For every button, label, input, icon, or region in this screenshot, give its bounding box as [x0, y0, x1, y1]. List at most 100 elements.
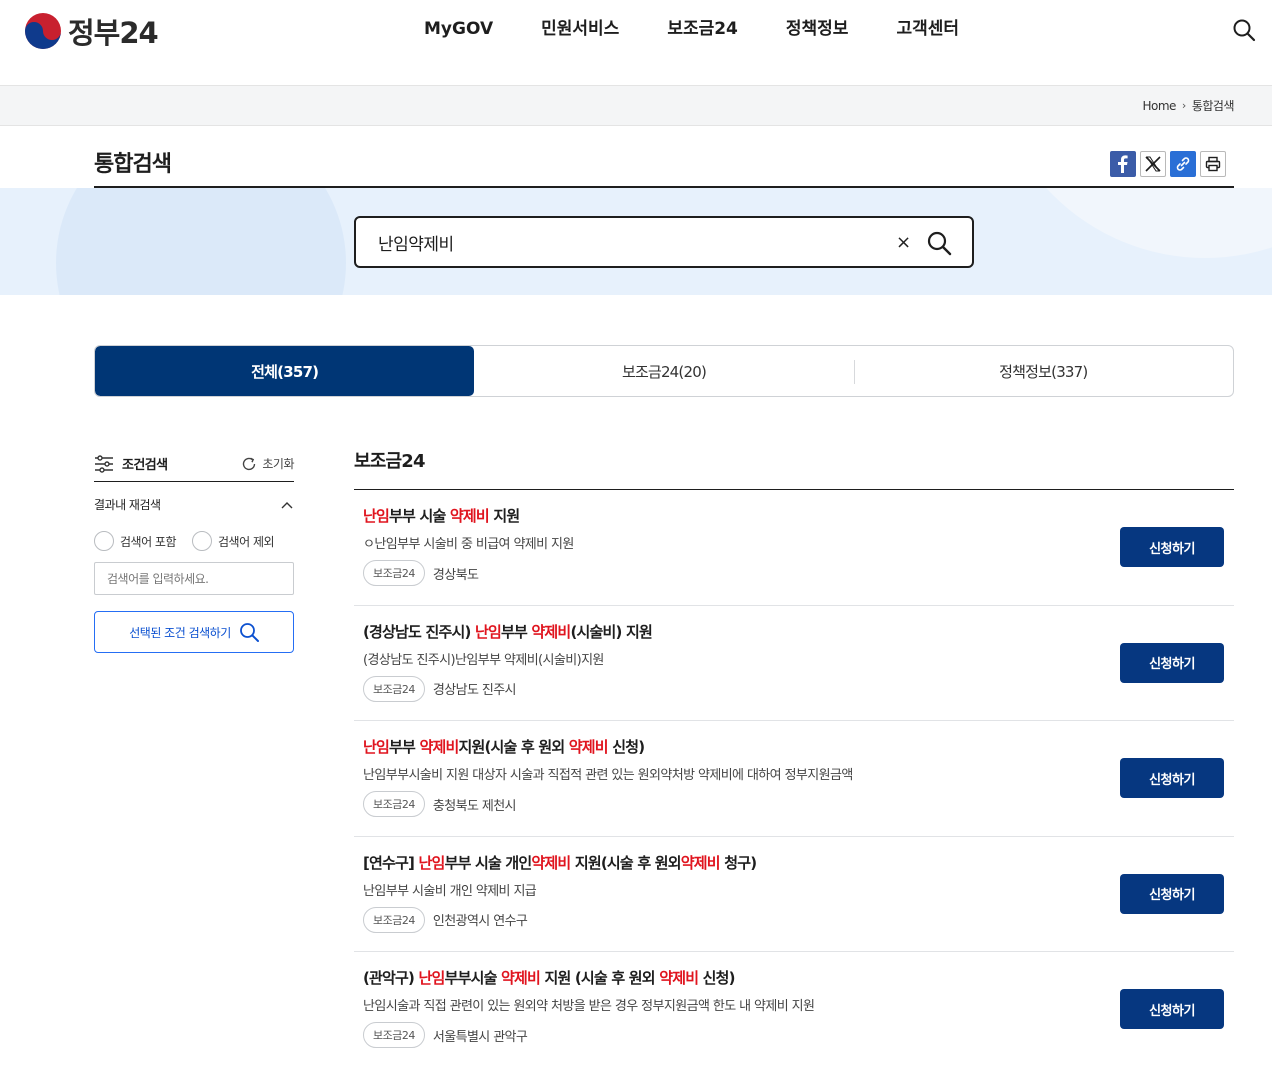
radio-include-label: 검색어 포함: [120, 534, 177, 549]
result-description: 난임부부 시술비 개인 약제비 지급: [363, 883, 537, 899]
filter-title: 조건검색: [94, 454, 168, 473]
search-input[interactable]: [378, 230, 878, 254]
result-item: 난임부부 약제비지원(시술 후 원외 약제비 신청) 난임부부시술비 지원 대상…: [354, 721, 1234, 837]
title-text: 부부: [389, 738, 420, 756]
title-text: 부부 시술: [389, 507, 450, 525]
nav-item-customer-center[interactable]: 고객센터: [872, 17, 983, 41]
search-icon[interactable]: [1232, 18, 1256, 42]
condition-search-button[interactable]: 선택된 조건 검색하기: [94, 611, 294, 653]
title-text: (경상남도 진주시): [363, 622, 475, 641]
breadcrumb-current: 통합검색: [1191, 99, 1235, 113]
search-icon[interactable]: [926, 230, 952, 256]
share-buttons: [1110, 151, 1226, 177]
result-description: ㅇ난임부부 시술비 중 비급여 약제비 지원: [363, 537, 574, 552]
category-badge: 보조금24: [363, 791, 425, 817]
search-band: ×: [0, 188, 1272, 295]
refine-search-input[interactable]: [94, 562, 294, 595]
result-item: (경상남도 진주시) 난임부부 약제비(시술비) 지원 (경상남도 진주시)난임…: [354, 606, 1234, 721]
title-text: (시술비) 지원: [570, 622, 652, 641]
filter-icon: [95, 454, 113, 473]
radio-circle[interactable]: [192, 531, 213, 551]
chevron-up-icon: [281, 501, 293, 508]
result-region: 서울특별시 관악구: [432, 1029, 528, 1045]
keyword-highlight: 약제비: [501, 969, 541, 987]
filter-sidebar: 조건검색 초기화 결과내 재검색 검색어 포함 검색어 제외 선택된 조건 검색…: [94, 446, 294, 653]
keyword-highlight: 약제비: [659, 969, 699, 987]
nav-item-policy-info[interactable]: 정책정보: [762, 17, 873, 41]
category-badge: 보조금24: [363, 1022, 425, 1048]
search-mode-radios: 검색어 포함 검색어 제외: [94, 531, 294, 551]
result-item: 난임부부 시술 약제비 지원 ㅇ난임부부 시술비 중 비급여 약제비 지원 보조…: [354, 490, 1234, 606]
breadcrumb: Home › 통합검색: [1142, 97, 1234, 114]
result-meta: 보조금24 경상북도: [363, 560, 479, 586]
result-title[interactable]: [연수구] 난임부부 시술 개인약제비 지원(시술 후 원외약제비 청구): [363, 852, 757, 873]
title-text: 부부 시술 개인: [444, 853, 533, 872]
apply-button[interactable]: 신청하기: [1120, 989, 1224, 1029]
results-section-title: 보조금24: [354, 446, 1234, 490]
reset-button[interactable]: 초기화: [241, 455, 294, 472]
facebook-icon: [1118, 155, 1128, 173]
breadcrumb-home[interactable]: Home: [1142, 99, 1176, 113]
title-text: 청구): [719, 853, 757, 872]
result-title[interactable]: 난임부부 시술 약제비 지원: [363, 505, 520, 526]
apply-button[interactable]: 신청하기: [1120, 527, 1224, 567]
result-title[interactable]: (경상남도 진주시) 난임부부 약제비(시술비) 지원: [363, 621, 653, 642]
radio-include[interactable]: 검색어 포함: [94, 531, 177, 551]
breadcrumb-bar: Home › 통합검색: [0, 86, 1272, 126]
category-badge: 보조금24: [363, 560, 425, 586]
search-box: ×: [354, 216, 974, 268]
main-nav: MyGOV 민원서비스 보조금24 정책정보 고객센터: [400, 17, 983, 41]
radio-circle[interactable]: [94, 531, 114, 551]
nav-item-subsidy24[interactable]: 보조금24: [643, 17, 762, 41]
logo-text: 정부24: [68, 16, 159, 50]
result-region: 충청북도 제천시: [432, 798, 517, 814]
radio-exclude-label: 검색어 제외: [218, 534, 275, 549]
result-description: 난임시술과 직접 관련이 있는 원외약 처방을 받은 경우 정부지원금액 한도 …: [363, 999, 815, 1014]
result-description: 난임부부시술비 지원 대상자 시술과 직접적 관련 있는 원외약처방 약제비에 …: [363, 768, 853, 783]
keyword-highlight: 약제비: [419, 738, 459, 756]
keyword-highlight: 난임: [418, 853, 446, 872]
result-title[interactable]: 난임부부 약제비지원(시술 후 원외 약제비 신청): [363, 736, 645, 757]
header: 정부24 MyGOV 민원서비스 보조금24 정책정보 고객센터: [0, 0, 1272, 86]
print-icon: [1205, 156, 1221, 172]
nav-item-mygov[interactable]: MyGOV: [400, 17, 517, 41]
clear-icon[interactable]: ×: [896, 232, 911, 253]
link-copy-button[interactable]: [1170, 151, 1196, 177]
x-icon: [1145, 156, 1161, 172]
result-list: 난임부부 시술 약제비 지원 ㅇ난임부부 시술비 중 비급여 약제비 지원 보조…: [354, 490, 1234, 1068]
title-text: 부부시술: [444, 969, 501, 987]
result-region: 인천광역시 연수구: [432, 914, 528, 929]
keyword-highlight: 약제비: [680, 853, 721, 872]
keyword-highlight: 약제비: [531, 622, 571, 641]
facebook-share-button[interactable]: [1110, 151, 1136, 177]
x-share-button[interactable]: [1140, 151, 1166, 177]
result-meta: 보조금24 충청북도 제천시: [363, 791, 517, 817]
logo[interactable]: 정부24: [24, 10, 159, 52]
apply-button[interactable]: 신청하기: [1120, 642, 1224, 683]
result-region: 경상남도 진주시: [432, 683, 517, 698]
category-badge: 보조금24: [363, 906, 425, 933]
tab-policy-info[interactable]: 정책정보(337): [853, 346, 1233, 396]
keyword-highlight: 난임: [474, 622, 502, 641]
result-tabs: 전체(357) 보조금24(20) 정책정보(337): [94, 345, 1234, 397]
search-icon: [239, 623, 259, 642]
nav-item-civil-services[interactable]: 민원서비스: [517, 17, 643, 41]
radio-exclude[interactable]: 검색어 제외: [192, 531, 275, 551]
result-meta: 보조금24 서울특별시 관악구: [363, 1022, 528, 1048]
title-text: 신청): [607, 738, 645, 756]
condition-search-label: 선택된 조건 검색하기: [129, 625, 231, 640]
result-title[interactable]: (관악구) 난임부부시술 약제비 지원 (시술 후 원외 약제비 신청): [363, 967, 735, 988]
tab-all[interactable]: 전체(357): [95, 346, 475, 396]
refine-search-header[interactable]: 결과내 재검색: [94, 496, 294, 513]
keyword-highlight: 난임: [363, 738, 390, 756]
category-badge: 보조금24: [363, 675, 425, 702]
print-button[interactable]: [1200, 151, 1226, 177]
apply-button[interactable]: 신청하기: [1120, 873, 1224, 914]
apply-button[interactable]: 신청하기: [1120, 758, 1224, 798]
result-meta: 보조금24 경상남도 진주시: [363, 675, 517, 702]
tab-subsidy24[interactable]: 보조금24(20): [474, 346, 853, 396]
title-text: 지원 (시술 후 원외: [540, 969, 660, 987]
filter-title-text: 조건검색: [122, 458, 168, 473]
link-icon: [1176, 157, 1190, 171]
page-title: 통합검색: [94, 152, 172, 177]
